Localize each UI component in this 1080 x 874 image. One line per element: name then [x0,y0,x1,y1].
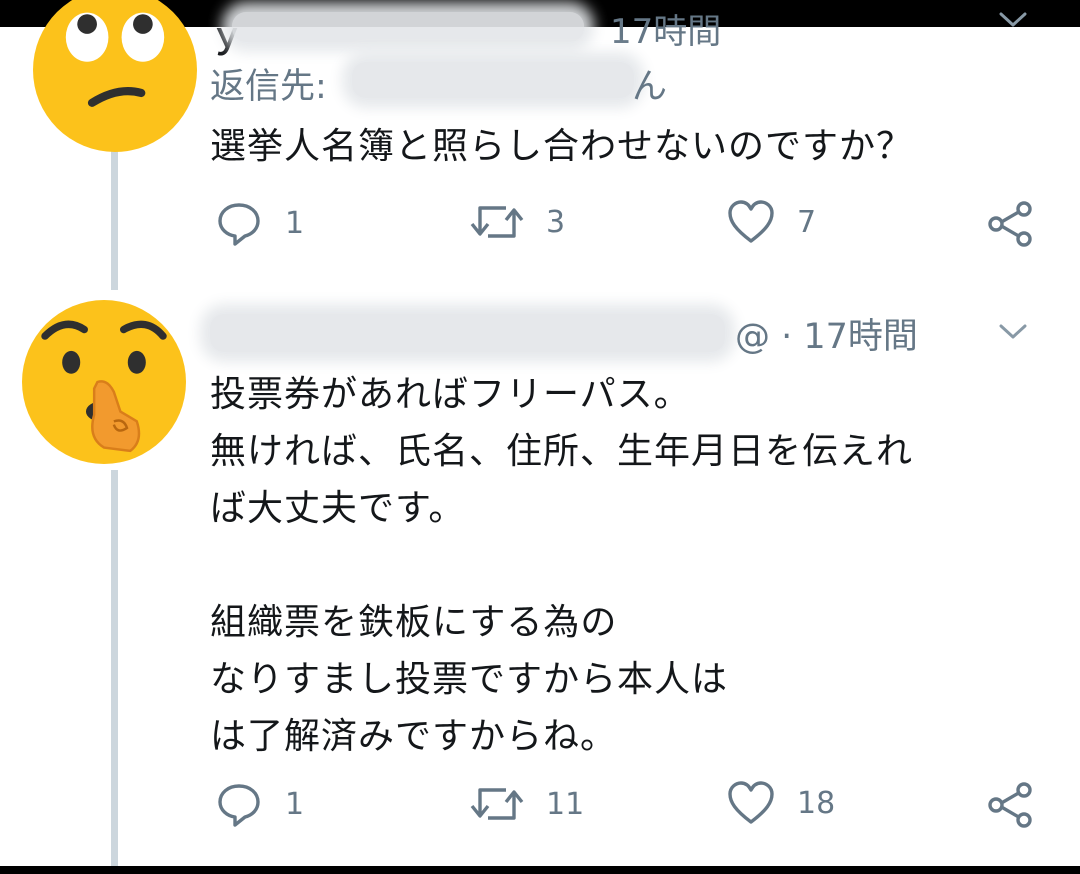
shushing-face-emoji-icon [22,300,186,464]
like-count: 7 [797,204,817,240]
share-icon [988,782,1032,828]
tweet-text-line: ば大丈夫です。 [210,488,466,529]
avatar[interactable] [33,0,197,152]
retweet-count: 3 [546,204,566,240]
reply-count: 1 [285,205,305,241]
rolling-eyes-emoji-icon [33,0,197,152]
bottom-bar [0,866,1080,874]
reply-button[interactable]: 1 [215,780,304,828]
tweet-text-line: は了解済みですからね。 [210,716,618,757]
tweet-text-line [210,537,913,594]
tweet-text: 投票券があればフリーパス。 無ければ、氏名、住所、生年月日を伝えれ ば大丈夫です… [210,366,913,765]
share-button[interactable] [986,200,1034,248]
retweet-count: 11 [546,786,585,822]
tweet-text-line: 投票券があればフリーパス。 [210,374,691,415]
share-button[interactable] [986,781,1034,829]
reply-count: 1 [285,786,305,822]
reply-button[interactable]: 1 [215,199,304,247]
avatar[interactable] [22,300,186,464]
handle-suffix: @ [735,317,770,357]
redacted-author-name [210,314,725,352]
tweet-text-line: 無ければ、氏名、住所、生年月日を伝えれ [210,431,914,472]
reply-to-label: 返信先: [210,67,327,107]
redacted-reply-handle [352,62,634,98]
tweet-handle-time[interactable]: @ · 17時間 [735,308,918,359]
thread-connector-line [111,470,118,866]
retweet-icon [470,788,524,820]
heart-icon [728,781,774,824]
reply-to-suffix: ん [632,67,668,107]
retweet-button[interactable]: 11 [470,782,584,826]
heart-icon [728,200,774,243]
thread-connector-line [111,145,118,290]
tweet-text-line: 組織票を鉄板にする為の [210,602,618,643]
redacted-author-name [232,12,584,42]
retweet-icon [470,206,524,238]
chevron-down-icon[interactable] [997,10,1029,30]
tweet-text-line: なりすまし投票ですから本人は [210,659,729,700]
like-count: 18 [797,785,836,821]
tweet-time: · 17時間 [781,317,918,357]
reply-icon [218,784,260,827]
share-icon [988,201,1032,247]
reply-icon [218,203,260,246]
like-button[interactable]: 7 [727,199,816,245]
retweet-button[interactable]: 3 [470,200,565,244]
tweet-text: 選挙人名簿と照らし合わせないのですか？ [210,126,914,167]
tweet-time-partial[interactable]: 17時間 [610,4,721,53]
like-button[interactable]: 18 [727,780,835,826]
chevron-down-icon[interactable] [997,322,1029,342]
